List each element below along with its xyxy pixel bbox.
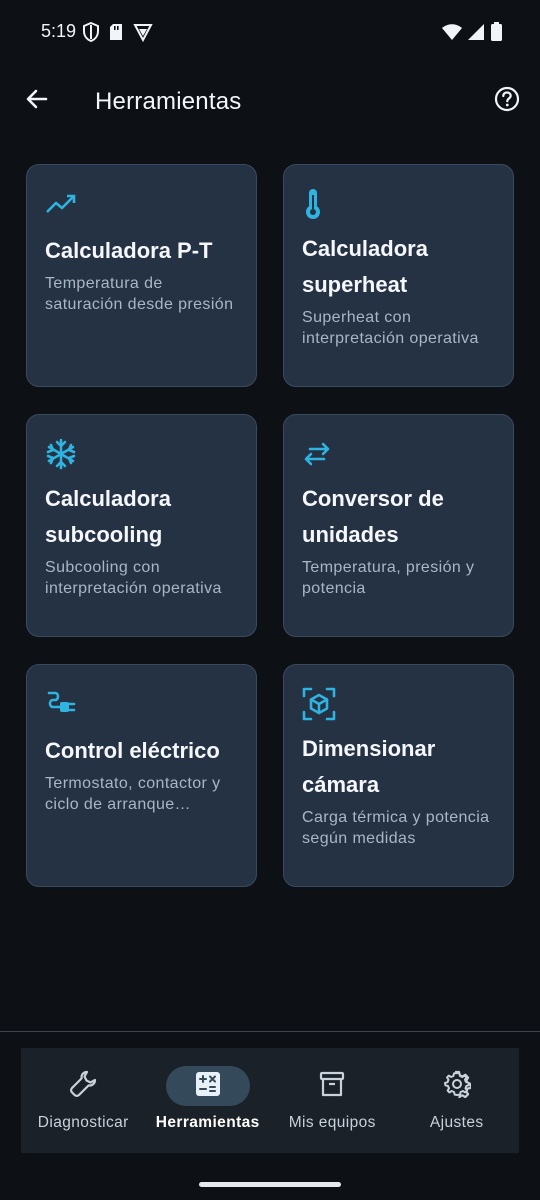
screen: 5:19 Herramientas Calculadora P-T Temper… [0, 0, 540, 1200]
tool-card-pt-calculator[interactable]: Calculadora P-T Temperatura de saturació… [26, 164, 257, 387]
tool-card-chamber-sizing[interactable]: Dimensionar cámara Carga térmica y poten… [283, 664, 514, 887]
nav-item-diagnosticar[interactable]: Diagnosticar [21, 1048, 146, 1153]
status-icons-right [442, 22, 502, 41]
sd-card-icon [108, 22, 124, 42]
calculator-icon [195, 1071, 221, 1102]
tool-card-subcooling-calculator[interactable]: Calculadora subcooling Subcooling con in… [26, 414, 257, 637]
nav-icon-container [415, 1066, 499, 1106]
shield-icon [83, 22, 99, 42]
nav-icon-container [41, 1066, 125, 1106]
wrench-icon [68, 1069, 98, 1104]
tool-title: Conversor de unidades [302, 486, 444, 547]
tool-card-electrical-control[interactable]: Control eléctrico Termostato, contactor … [26, 664, 257, 887]
nav-label: Herramientas [155, 1114, 260, 1131]
home-indicator[interactable] [199, 1182, 341, 1187]
vpn-triangle-icon [133, 22, 153, 42]
tool-title: Calculadora superheat [302, 236, 428, 297]
swap-arrows-icon [302, 437, 336, 471]
archive-box-icon [318, 1070, 346, 1103]
nav-label: Mis equipos [288, 1114, 376, 1131]
app-bar: Herramientas [0, 64, 540, 138]
nav-item-mis-equipos[interactable]: Mis equipos [270, 1048, 395, 1153]
tool-title: Dimensionar cámara [302, 736, 436, 797]
gear-icon [443, 1070, 472, 1103]
tool-title: Calculadora P-T [45, 238, 213, 263]
signal-icon [468, 23, 485, 41]
tool-description: Temperatura, presión y potencia [302, 559, 475, 597]
tool-title: Calculadora subcooling [45, 486, 171, 547]
tool-description: Subcooling con interpretación operativa [45, 559, 222, 597]
trending-up-icon [45, 187, 79, 221]
arrow-back-icon [25, 87, 49, 116]
nav-icon-container [165, 1066, 250, 1106]
thermometer-icon [302, 187, 336, 221]
bottom-navigation: Diagnosticar Herramientas Mis equipos Aj… [21, 1048, 519, 1153]
electrical-plug-icon [45, 687, 79, 721]
tool-title: Control eléctrico [45, 738, 220, 763]
nav-label: Diagnosticar [37, 1114, 129, 1131]
nav-item-ajustes[interactable]: Ajustes [395, 1048, 520, 1153]
nav-icon-container [290, 1066, 374, 1106]
view-in-ar-cube-icon [302, 687, 336, 721]
tool-description: Superheat con interpretación operativa [302, 309, 479, 347]
status-bar: 5:19 [0, 0, 540, 64]
tools-grid: Calculadora P-T Temperatura de saturació… [26, 164, 514, 887]
status-time: 5:19 [41, 21, 77, 41]
nav-item-herramientas[interactable]: Herramientas [146, 1048, 271, 1153]
back-button[interactable] [20, 84, 54, 118]
tool-card-superheat-calculator[interactable]: Calculadora superheat Superheat con inte… [283, 164, 514, 387]
nav-label: Ajustes [429, 1114, 484, 1131]
nav-divider [0, 1031, 540, 1032]
help-button[interactable] [492, 86, 522, 116]
help-circle-icon [494, 86, 520, 117]
snowflake-icon [45, 437, 79, 471]
battery-icon [491, 22, 502, 41]
tool-card-unit-converter[interactable]: Conversor de unidades Temperatura, presi… [283, 414, 514, 637]
tool-description: Carga térmica y potencia según medidas [302, 809, 490, 847]
tool-description: Temperatura de saturación desde presión [45, 275, 234, 313]
status-icons-left [83, 22, 153, 42]
page-title: Herramientas [95, 88, 242, 115]
tool-description: Termostato, contactor y ciclo de arranqu… [45, 775, 221, 813]
wifi-icon [442, 23, 462, 41]
